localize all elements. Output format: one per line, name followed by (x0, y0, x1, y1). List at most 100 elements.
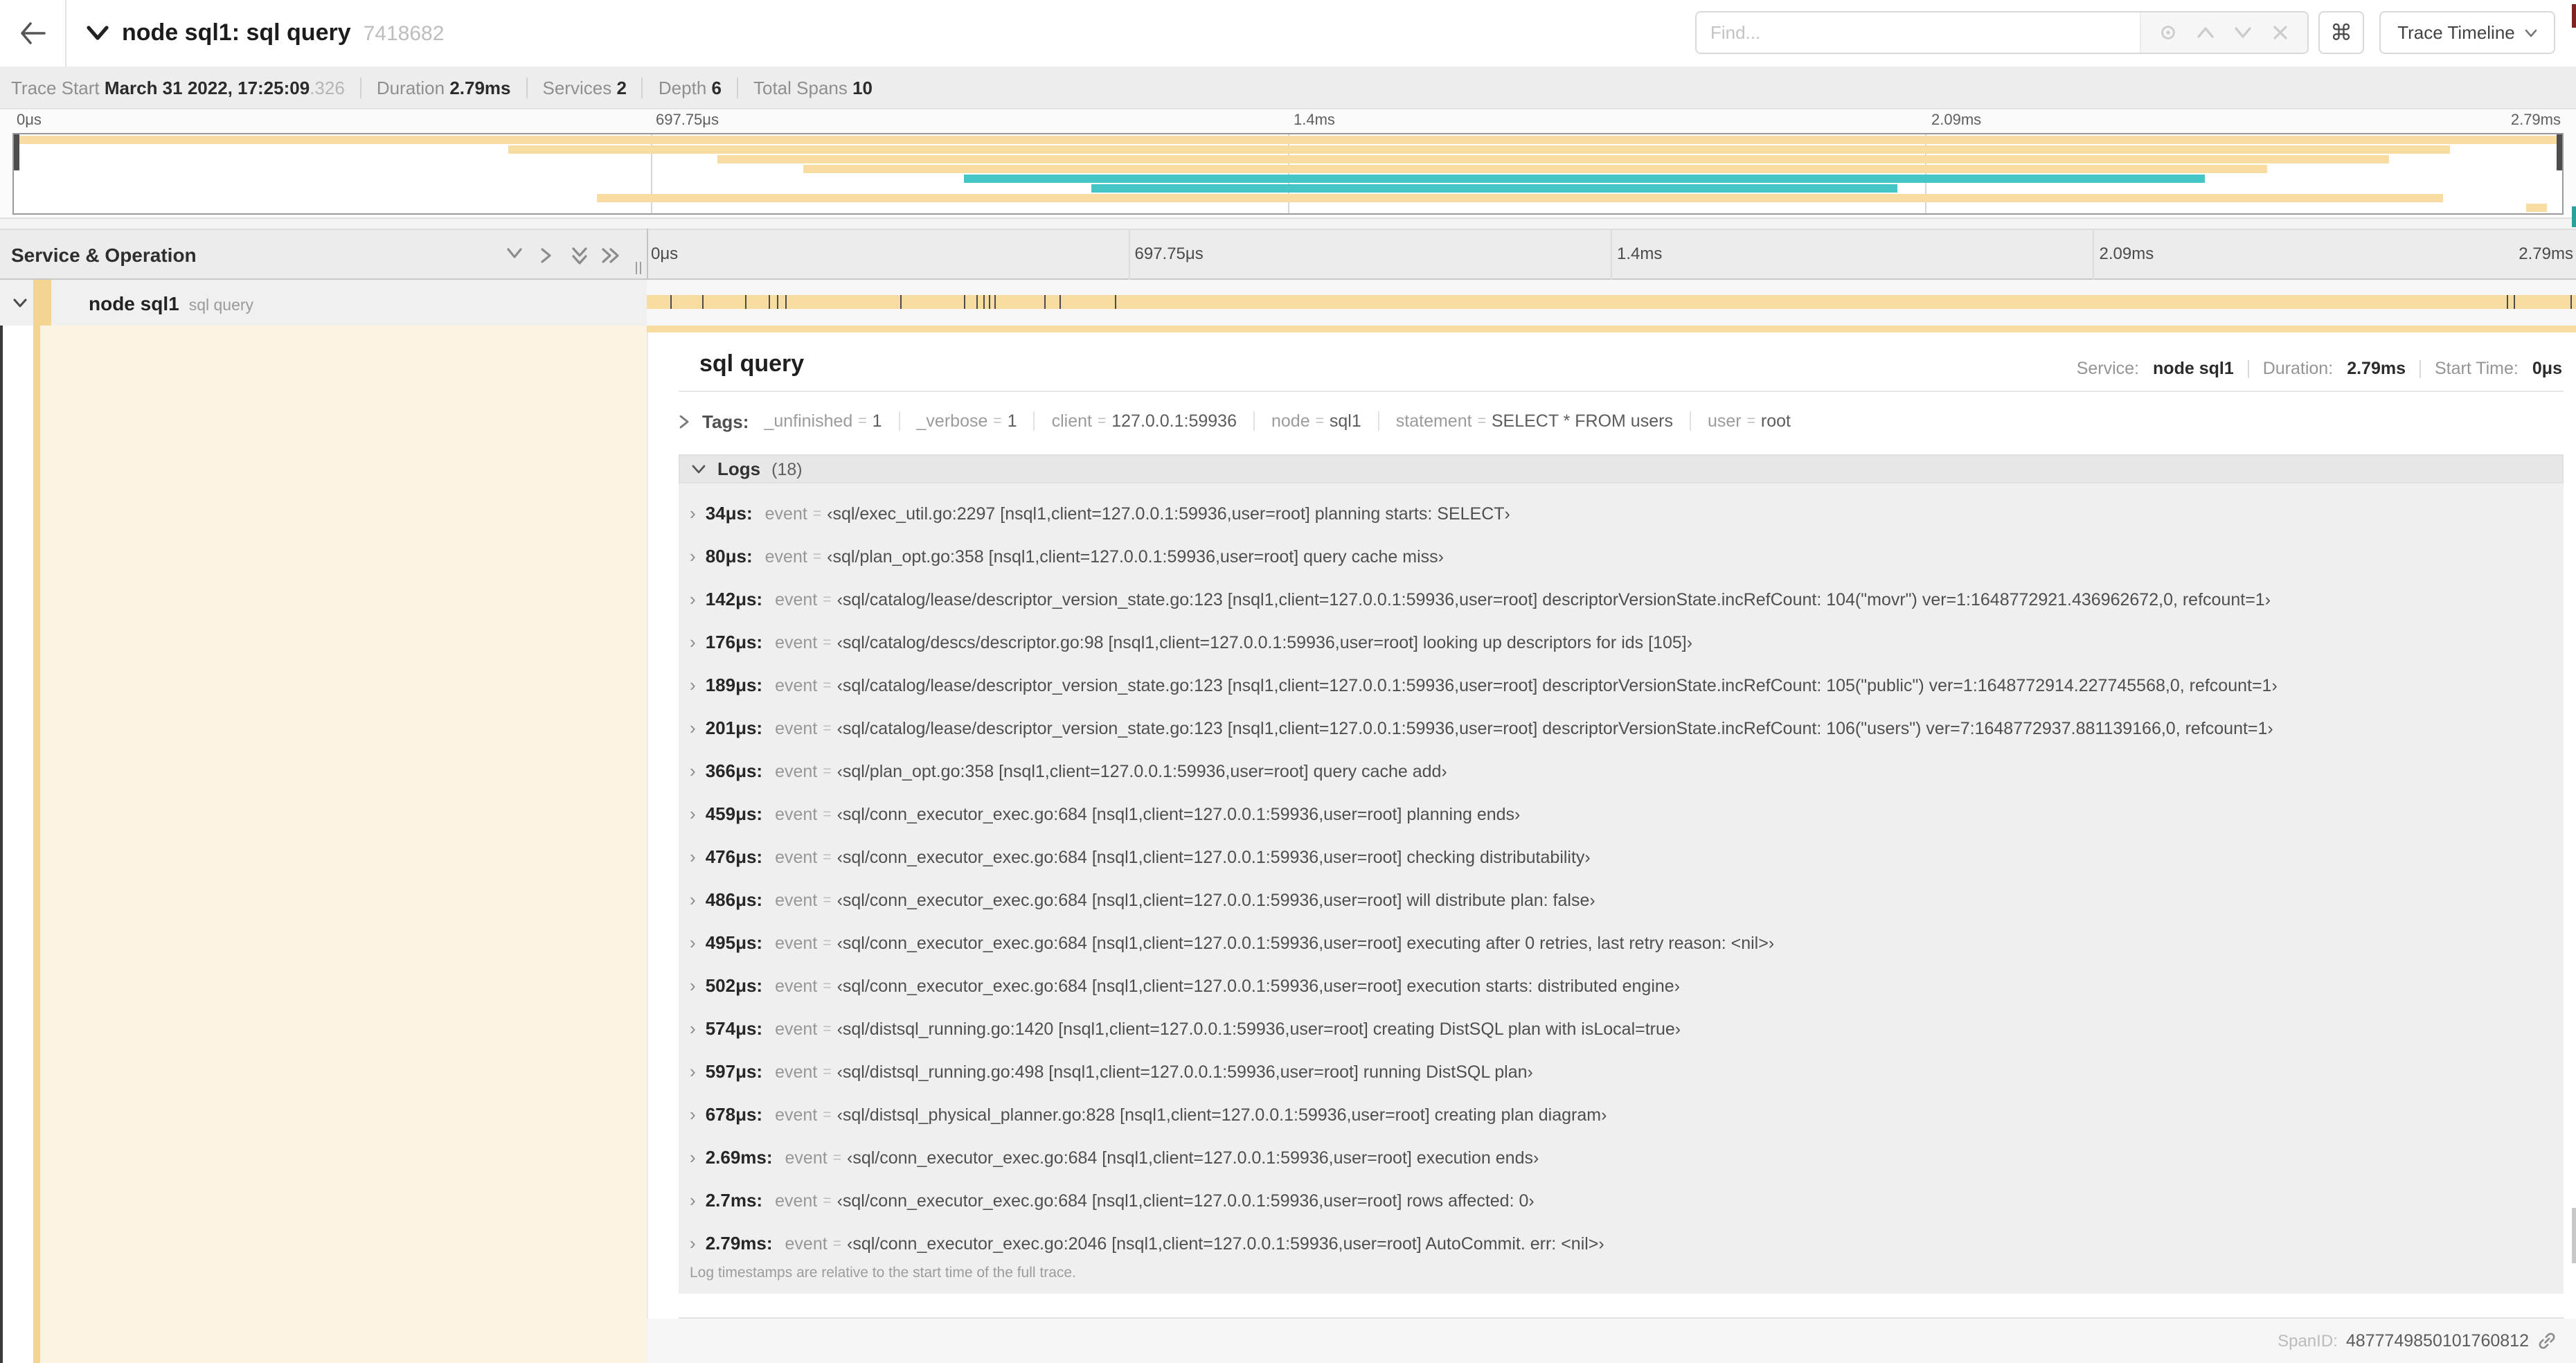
log-row[interactable]: › 366μs: event = ‹sql/plan_opt.go:358 [nsql1… (679, 749, 2564, 792)
tag-item[interactable]: statement = SELECT * FROM users (1379, 411, 1691, 431)
span-row-track[interactable] (647, 280, 2576, 326)
locate-icon[interactable] (2156, 21, 2179, 44)
log-timestamp: 459μs: (705, 803, 763, 824)
log-field-name: event (775, 847, 818, 866)
find-clear-icon[interactable] (2270, 21, 2292, 44)
log-row[interactable]: › 80μs: event = ‹sql/plan_opt.go:358 [nsql1,… (679, 535, 2564, 578)
log-value: ‹sql/conn_executor_exec.go:684 [nsql1,cl… (837, 1191, 1535, 1210)
summary-label: Service: (2076, 359, 2140, 378)
column-resize-grip[interactable] (640, 262, 641, 274)
span-row[interactable]: node sql1 sql query (0, 280, 2576, 326)
detail-column-divider (647, 326, 648, 1363)
log-value: ‹sql/catalog/descs/descriptor.go:98 [nsq… (837, 632, 1693, 652)
expand-all-icon[interactable] (601, 247, 620, 266)
equals-sign: = (823, 1106, 832, 1123)
log-row[interactable]: › 189μs: event = ‹sql/catalog/lease/descript… (679, 663, 2564, 706)
tags-list: _unfinished = 1 _verbose = 1 client = 127.0.0.1:… (761, 411, 1807, 431)
log-row[interactable]: › 142μs: event = ‹sql/catalog/lease/descript… (679, 578, 2564, 621)
equals-sign: = (823, 891, 832, 908)
summary-value: node sql1 (2153, 359, 2234, 378)
log-timestamp: 502μs: (705, 975, 763, 996)
log-row[interactable]: › 502μs: event = ‹sql/conn_executor_exec.go:… (679, 964, 2564, 1007)
minimap-span (964, 175, 2206, 183)
meta-label: Trace Start (11, 77, 105, 98)
log-timestamp: 201μs: (705, 718, 763, 738)
log-marker (994, 295, 996, 309)
equals-sign: = (823, 677, 832, 693)
log-row[interactable]: › 495μs: event = ‹sql/conn_executor_exec.go:… (679, 921, 2564, 964)
tag-key: node (1271, 411, 1310, 431)
minimap-scrubber-right[interactable] (2557, 134, 2562, 170)
trace-meta-item: Services 2 (543, 77, 627, 98)
equals-sign: = (823, 848, 832, 865)
logs-label: Logs (717, 458, 761, 479)
log-row[interactable]: › 176μs: event = ‹sql/catalog/descs/descript… (679, 621, 2564, 663)
log-row[interactable]: › 476μs: event = ‹sql/conn_executor_exec.go:… (679, 835, 2564, 878)
minimap-scrubber-left[interactable] (14, 134, 19, 170)
keyboard-shortcuts-button[interactable]: ⌘ (2318, 11, 2364, 54)
log-row[interactable]: › 2.69ms: event = ‹sql/conn_executor_exec.go… (679, 1136, 2564, 1179)
link-icon[interactable] (2537, 1331, 2557, 1351)
log-marker (976, 295, 978, 309)
equals-sign: = (823, 805, 832, 822)
log-value: ‹sql/catalog/lease/descriptor_version_st… (837, 589, 2271, 609)
log-row[interactable]: › 459μs: event = ‹sql/conn_executor_exec.go:… (679, 792, 2564, 835)
tag-item[interactable]: node = sql1 (1255, 411, 1379, 431)
scrollbar-thumb[interactable] (2572, 1208, 2576, 1263)
find-next-icon[interactable] (2232, 21, 2254, 44)
chevron-right-icon: › (690, 846, 696, 867)
detail-expanded-accent[interactable] (647, 326, 2576, 332)
tag-item[interactable]: user = root (1691, 411, 1807, 431)
log-row[interactable]: › 678μs: event = ‹sql/distsql_physical_plann… (679, 1093, 2564, 1136)
span-service-name: node sql1 (89, 292, 179, 314)
log-value: ‹sql/conn_executor_exec.go:2046 [nsql1,c… (847, 1233, 1604, 1253)
find-input[interactable] (1697, 12, 2140, 53)
collapse-one-icon[interactable] (506, 247, 525, 266)
equals-sign: = (1315, 413, 1324, 429)
separator (641, 77, 643, 98)
log-row[interactable]: › 2.79ms: event = ‹sql/conn_executor_exec.go… (679, 1222, 2564, 1265)
trace-collapse-toggle[interactable] (86, 25, 109, 42)
tag-item[interactable]: client = 127.0.0.1:59936 (1035, 411, 1255, 431)
span-collapse-chevron-icon[interactable] (12, 297, 28, 308)
back-button[interactable] (0, 0, 66, 66)
chevron-right-icon: › (690, 760, 696, 781)
log-marker (2570, 295, 2572, 309)
log-timestamp: 176μs: (705, 632, 763, 652)
meta-value: 2 (616, 77, 627, 98)
find-prev-icon[interactable] (2194, 21, 2217, 44)
log-row[interactable]: › 2.7ms: event = ‹sql/conn_executor_exec.go:… (679, 1179, 2564, 1222)
log-row[interactable]: › 201μs: event = ‹sql/catalog/lease/descript… (679, 706, 2564, 749)
log-field-name: event (775, 1019, 818, 1038)
chevron-right-icon: › (690, 1190, 696, 1211)
log-value: ‹sql/distsql_running.go:498 [nsql1,clien… (837, 1062, 1533, 1081)
log-value: ‹sql/distsql_physical_planner.go:828 [ns… (837, 1105, 1607, 1124)
tag-item[interactable]: _unfinished = 1 (761, 411, 900, 431)
trace-metadata-bar: Trace Start March 31 2022, 17:25:09.326 D… (0, 66, 2576, 109)
tag-key: _verbose (916, 411, 988, 431)
view-dropdown[interactable]: Trace Timeline (2379, 11, 2555, 54)
log-row[interactable]: › 486μs: event = ‹sql/conn_executor_exec.go:… (679, 878, 2564, 921)
log-value: ‹sql/conn_executor_exec.go:684 [nsql1,cl… (837, 890, 1595, 909)
log-value: ‹sql/catalog/lease/descriptor_version_st… (837, 675, 2278, 695)
minimap-span (2526, 204, 2547, 212)
minimap-span (597, 194, 2443, 202)
minimap-axis-labels: 0μs 697.75μs 1.4ms 2.09ms 2.79ms (12, 112, 2564, 132)
log-value: ‹sql/conn_executor_exec.go:684 [nsql1,cl… (847, 1148, 1539, 1167)
column-resize-grip[interactable] (636, 262, 637, 274)
span-bar[interactable] (647, 295, 2576, 309)
log-marker (2507, 295, 2509, 309)
collapse-all-icon[interactable] (571, 247, 590, 266)
tags-accordian[interactable]: Tags: _unfinished = 1 _verbose = 1 client = 127.… (679, 404, 2564, 438)
expand-one-icon[interactable] (539, 247, 558, 266)
tag-item[interactable]: _verbose = 1 (900, 411, 1035, 431)
span-row-name-cell[interactable]: node sql1 sql query (0, 280, 647, 326)
log-row[interactable]: › 574μs: event = ‹sql/distsql_running.go:142… (679, 1007, 2564, 1050)
log-row[interactable]: › 597μs: event = ‹sql/distsql_running.go:498… (679, 1050, 2564, 1093)
minimap-canvas[interactable] (12, 133, 2564, 215)
logs-accordian-header[interactable]: Logs (18) (679, 454, 2564, 483)
log-field-name: event (775, 632, 818, 652)
find-tools (2140, 12, 2307, 53)
command-icon: ⌘ (2330, 21, 2352, 45)
log-row[interactable]: › 34μs: event = ‹sql/exec_util.go:2297 [nsql… (679, 492, 2564, 535)
